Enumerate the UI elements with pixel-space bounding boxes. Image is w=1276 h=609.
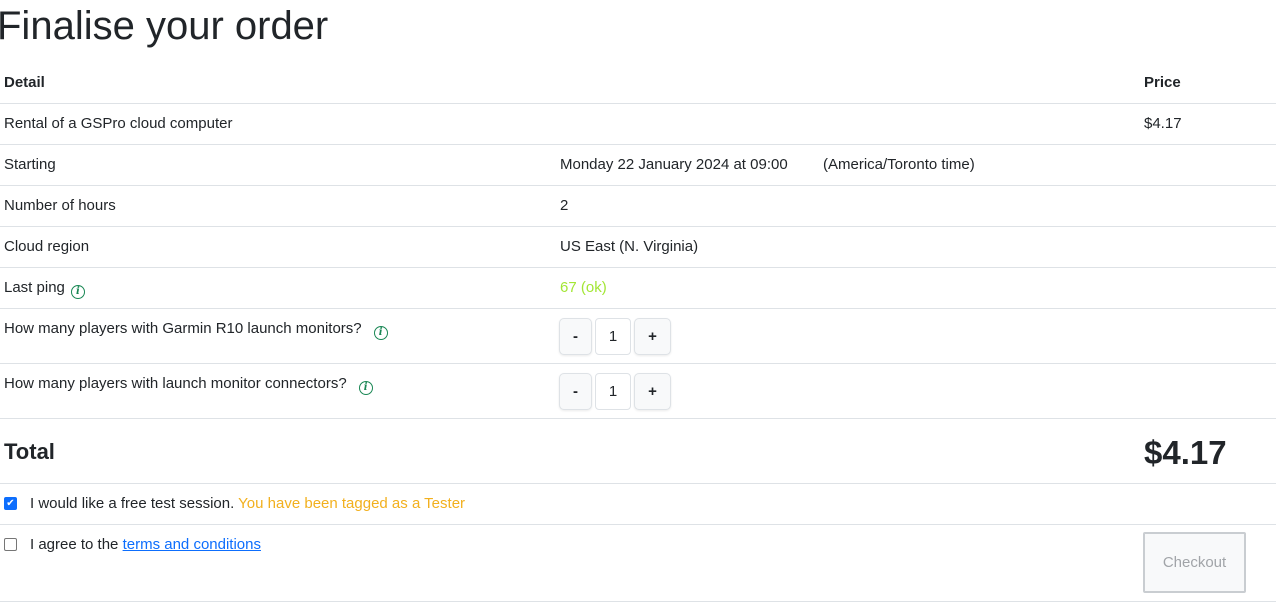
test-session-text: I would like a free test session. You ha… [30, 494, 465, 514]
connectors-label-group: How many players with launch monitor con… [4, 374, 373, 395]
region-label: Cloud region [4, 238, 90, 255]
starting-value: Monday 22 January 2024 at 09:00 [560, 156, 788, 173]
hours-value: 2 [560, 197, 569, 214]
connectors-decrement-button[interactable]: - [559, 373, 592, 410]
header-detail: Detail [4, 74, 45, 91]
terms-text: I agree to the terms and conditions [30, 535, 261, 555]
info-icon[interactable]: i [358, 381, 373, 395]
region-value: US East (N. Virginia) [560, 238, 699, 255]
tester-note: You have been tagged as a Tester [238, 495, 466, 512]
total-label: Total [4, 439, 55, 464]
checkout-button[interactable]: Checkout [1143, 532, 1246, 593]
terms-row: I agree to the terms and conditions [0, 525, 1276, 602]
rental-price: $4.17 [1144, 115, 1182, 132]
table-row-garmin: How many players with Garmin R10 launch … [0, 309, 1276, 364]
starting-label: Starting [4, 156, 56, 173]
total-value: $4.17 [1144, 434, 1227, 471]
table-row-rental: Rental of a GSPro cloud computer $4.17 [0, 104, 1276, 145]
terms-label: I agree to the [30, 536, 119, 553]
info-icon[interactable]: i [70, 285, 85, 299]
starting-timezone: (America/Toronto time) [823, 156, 975, 173]
table-row-region: Cloud region US East (N. Virginia) [0, 227, 1276, 268]
ping-label-group: Last ping i [4, 278, 85, 299]
rental-label: Rental of a GSPro cloud computer [4, 115, 233, 132]
connectors-quantity-stepper: - 1 + [559, 373, 671, 410]
terms-link[interactable]: terms and conditions [123, 536, 261, 553]
table-row-total: Total $4.17 [0, 419, 1276, 484]
garmin-decrement-button[interactable]: - [559, 318, 592, 355]
table-row-connectors: How many players with launch monitor con… [0, 364, 1276, 419]
test-session-row: ✔ I would like a free test session. You … [0, 484, 1276, 525]
table-header-row: Detail Price [0, 63, 1276, 104]
hours-label: Number of hours [4, 197, 116, 214]
garmin-quantity-field[interactable]: 1 [595, 318, 631, 355]
ping-value: 67 (ok) [560, 279, 607, 296]
table-row-starting: Starting Monday 22 January 2024 at 09:00… [0, 145, 1276, 186]
test-session-checkbox[interactable]: ✔ [4, 497, 17, 510]
page-title: Finalise your order [0, 4, 329, 48]
garmin-label: How many players with Garmin R10 launch … [4, 320, 362, 337]
table-row-hours: Number of hours 2 [0, 186, 1276, 227]
info-icon[interactable]: i [373, 326, 388, 340]
connectors-quantity-field[interactable]: 1 [595, 373, 631, 410]
terms-checkbox[interactable] [4, 538, 17, 551]
ping-label: Last ping [4, 279, 65, 296]
header-price: Price [1144, 74, 1181, 91]
connectors-increment-button[interactable]: + [634, 373, 671, 410]
garmin-increment-button[interactable]: + [634, 318, 671, 355]
checkmark-icon: ✔ [6, 498, 15, 509]
garmin-label-group: How many players with Garmin R10 launch … [4, 319, 388, 340]
test-session-label: I would like a free test session. [30, 495, 235, 512]
table-row-ping: Last ping i 67 (ok) [0, 268, 1276, 309]
garmin-quantity-stepper: - 1 + [559, 318, 671, 355]
connectors-label: How many players with launch monitor con… [4, 375, 347, 392]
